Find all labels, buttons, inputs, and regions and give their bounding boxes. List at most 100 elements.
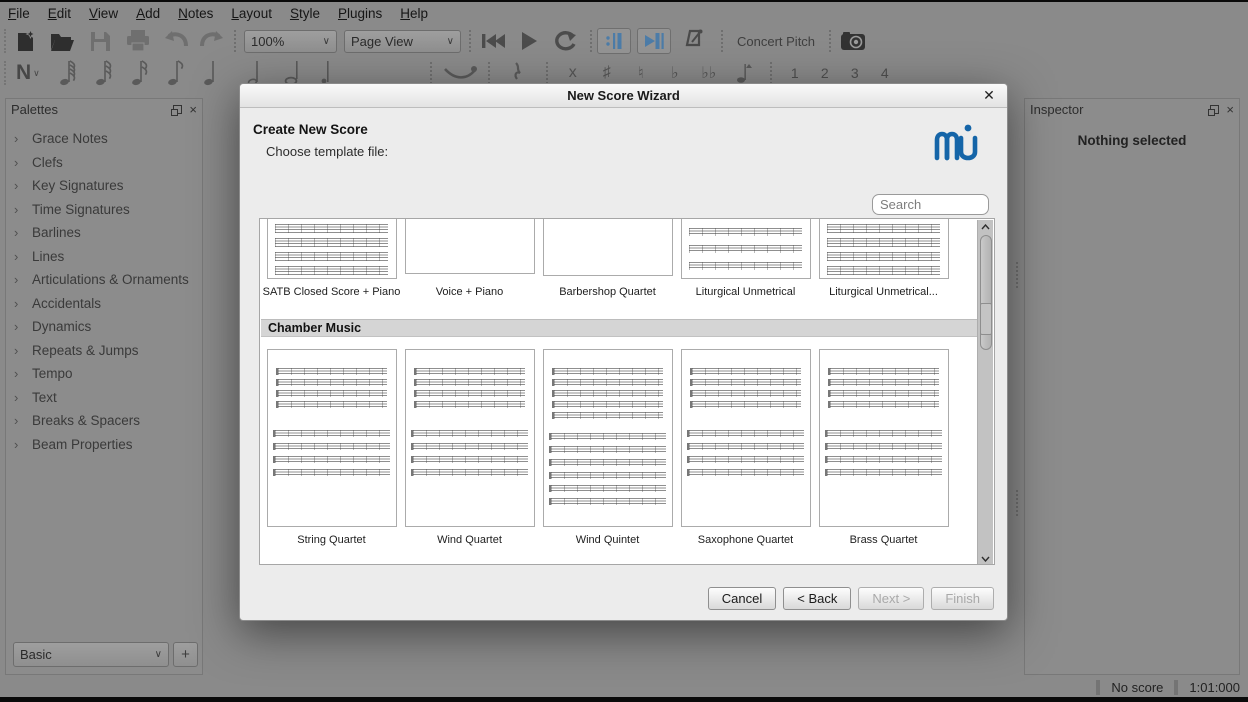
palette-item-key-signatures[interactable]: ›Key Signatures [6,174,202,198]
palette-item-dynamics[interactable]: ›Dynamics [6,315,202,339]
palette-item-time-signatures[interactable]: ›Time Signatures [6,198,202,222]
zoom-combo[interactable]: 100% ∨ [244,30,337,53]
new-score-button[interactable] [12,27,40,55]
palette-item-breaks-spacers[interactable]: ›Breaks & Spacers [6,409,202,433]
scrollbar-grip[interactable] [980,303,992,335]
pan-playback-toggle[interactable] [637,28,671,54]
view-mode-combo[interactable]: Page View ∨ [344,30,461,53]
redo-icon [198,30,226,52]
template-wind-quartet[interactable]: Wind Quartet [404,349,535,546]
template-satb-closed-score-piano[interactable]: SATB Closed Score + Piano [266,219,397,298]
image-capture-button[interactable] [839,27,867,55]
template-search-input[interactable] [872,194,989,215]
add-workspace-button[interactable]: + [173,642,198,667]
menu-layout[interactable]: Layout [231,4,282,23]
template-wind-quintet[interactable]: Wind Quintet [542,349,673,546]
menu-edit[interactable]: Edit [48,4,81,23]
toolbar-drag-handle[interactable] [4,61,6,85]
play-repeats-toggle[interactable] [597,28,631,54]
duration-16th-button[interactable] [122,59,158,87]
save-button[interactable] [86,27,114,55]
duration-64th-button[interactable] [50,59,86,87]
open-file-button[interactable] [48,27,76,55]
camera-icon [840,31,866,51]
chevron-right-icon: › [14,296,32,311]
print-button[interactable] [124,27,152,55]
sharp-button[interactable]: ♯ [590,64,624,82]
concert-pitch-toggle[interactable]: Concert Pitch [731,34,821,49]
undock-icon[interactable] [173,105,182,114]
splitter-handle[interactable] [1016,262,1018,288]
undo-button[interactable] [162,27,190,55]
cancel-button[interactable]: Cancel [708,587,776,610]
voice-4-button[interactable]: 4 [870,65,900,81]
redo-button[interactable] [198,27,226,55]
template-barbershop-quartet[interactable]: Barbershop Quartet [542,219,673,298]
palette-item-beam-properties[interactable]: ›Beam Properties [6,433,202,457]
status-divider [1096,680,1100,695]
menu-style[interactable]: Style [290,4,330,23]
template-liturgical-unmetrical-2[interactable]: Liturgical Unmetrical... [818,219,949,298]
menu-notes[interactable]: Notes [178,4,223,23]
dialog-close-button[interactable]: ✕ [980,87,998,104]
template-liturgical-unmetrical[interactable]: Liturgical Unmetrical [680,219,811,298]
palette-item-lines[interactable]: ›Lines [6,245,202,269]
status-divider [1174,680,1178,695]
template-string-quartet[interactable]: String Quartet [266,349,397,546]
next-button[interactable]: Next > [858,587,924,610]
loop-playback-button[interactable] [551,27,579,55]
rewind-button[interactable] [479,27,507,55]
workspace-combo[interactable]: Basic ∨ [13,642,169,667]
voice-3-button[interactable]: 3 [840,65,870,81]
palette-item-text[interactable]: ›Text [6,386,202,410]
template-brass-quartet[interactable]: Brass Quartet [818,349,949,546]
repeat-barline-icon [604,31,624,51]
palette-item-grace-notes[interactable]: ›Grace Notes [6,127,202,151]
palette-item-clefs[interactable]: ›Clefs [6,151,202,175]
chevron-right-icon: › [14,319,32,334]
template-list-scrollbar[interactable] [977,220,993,565]
menu-plugins[interactable]: Plugins [338,4,392,23]
duration-quarter-button[interactable] [194,59,230,87]
chevron-right-icon: › [14,272,32,287]
palette-item-repeats-jumps[interactable]: ›Repeats & Jumps [6,339,202,363]
play-button[interactable] [515,27,543,55]
inspector-empty-text: Nothing selected [1025,133,1239,148]
palette-item-tempo[interactable]: ›Tempo [6,362,202,386]
metronome-button[interactable] [681,27,709,55]
template-thumbnail [267,349,397,527]
flat-button[interactable]: ♭ [658,63,692,83]
template-voice-piano[interactable]: Voice + Piano [404,219,535,298]
scroll-down-icon[interactable] [978,552,993,565]
voice-1-button[interactable]: 1 [780,65,810,81]
undock-icon[interactable] [1210,105,1219,114]
close-icon[interactable]: × [1226,103,1234,116]
double-flat-button[interactable]: ♭♭ [692,63,726,83]
natural-button[interactable]: ♮ [624,63,658,83]
menu-view[interactable]: View [89,4,128,23]
menu-help[interactable]: Help [400,4,438,23]
template-saxophone-quartet[interactable]: Saxophone Quartet [680,349,811,546]
scrollbar-track[interactable] [980,233,992,552]
menu-file[interactable]: File [8,4,40,23]
chevron-down-icon[interactable]: ∨ [33,68,40,79]
menu-add[interactable]: Add [136,4,170,23]
palette-item-barlines[interactable]: ›Barlines [6,221,202,245]
voice-2-button[interactable]: 2 [810,65,840,81]
chevron-down-icon: ∨ [155,649,162,660]
note-input-button[interactable]: N [16,61,31,85]
duration-8th-button[interactable] [158,59,194,87]
scroll-up-icon[interactable] [978,220,993,233]
splitter-handle[interactable] [1016,490,1018,516]
template-thumbnail [681,219,811,279]
template-list: SATB Closed Score + Piano Voice + Piano … [259,218,995,565]
close-icon[interactable]: × [189,103,197,116]
toolbar-drag-handle[interactable] [4,29,6,53]
duration-32nd-button[interactable] [86,59,122,87]
finish-button[interactable]: Finish [931,587,994,610]
double-sharp-button[interactable]: x [556,64,590,82]
back-button[interactable]: < Back [783,587,851,610]
palette-item-articulations[interactable]: ›Articulations & Ornaments [6,268,202,292]
dialog-titlebar[interactable]: New Score Wizard ✕ [240,84,1007,108]
palette-item-accidentals[interactable]: ›Accidentals [6,292,202,316]
